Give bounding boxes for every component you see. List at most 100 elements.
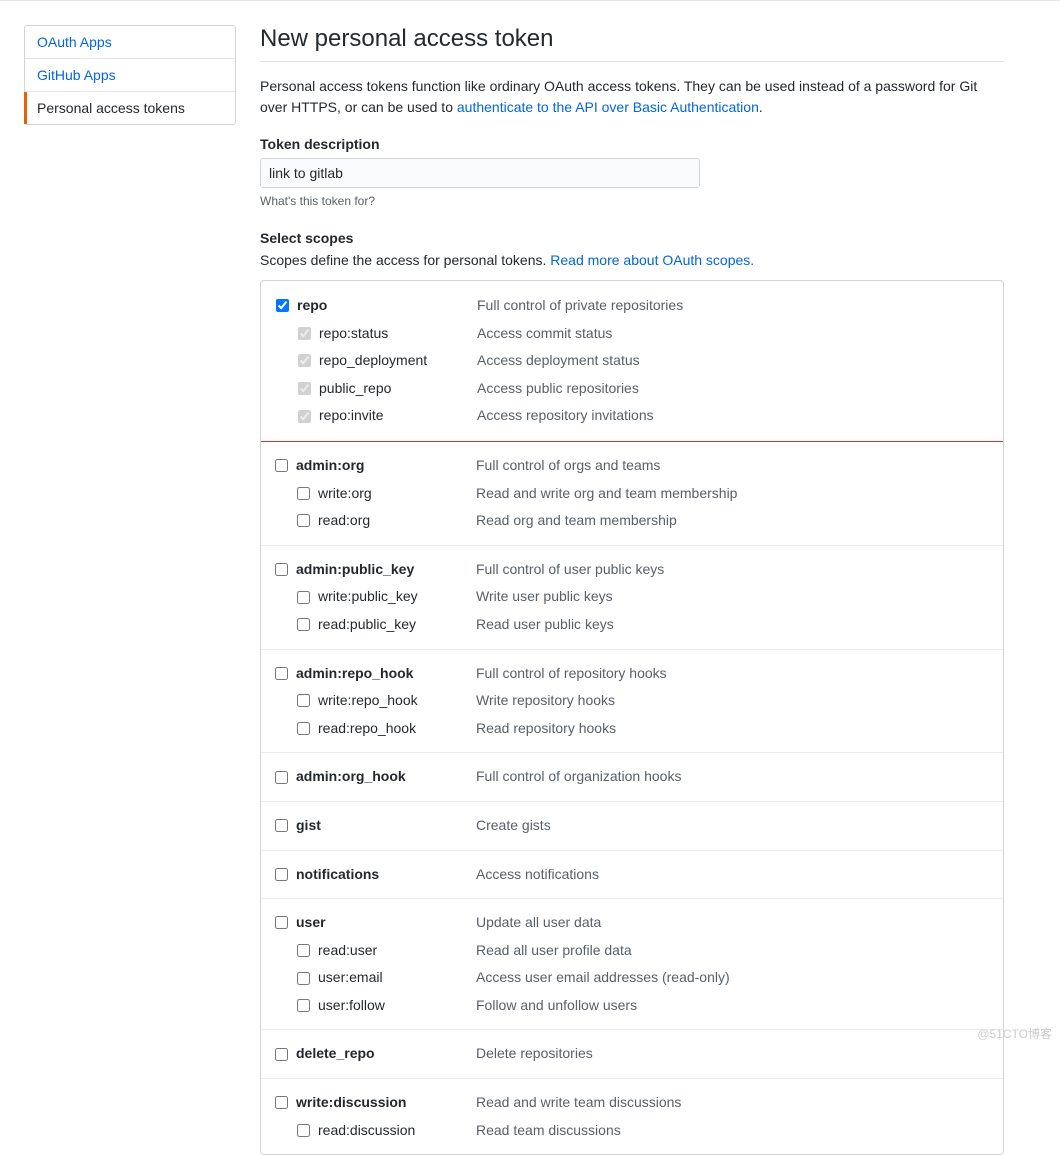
scope-desc: Access notifications bbox=[476, 865, 599, 885]
scope-name: write:org bbox=[318, 484, 476, 504]
sidebar-item-personal-access-tokens: Personal access tokens bbox=[25, 92, 235, 124]
scope-name: user:follow bbox=[318, 996, 476, 1016]
scope-name: admin:org_hook bbox=[296, 767, 476, 787]
scope-group-gist: gistCreate gists bbox=[261, 801, 1003, 850]
scope-checkbox-user[interactable] bbox=[275, 916, 288, 929]
scope-name: admin:repo_hook bbox=[296, 664, 476, 684]
scope-checkbox-read-discussion[interactable] bbox=[297, 1124, 310, 1137]
scope-name: repo:invite bbox=[319, 406, 477, 426]
scope-checkbox-read-org[interactable] bbox=[297, 514, 310, 527]
scope-checkbox-repo[interactable] bbox=[276, 299, 289, 312]
scope-row-admin-public-key: admin:public_keyFull control of user pub… bbox=[275, 556, 989, 584]
scope-name: write:repo_hook bbox=[318, 691, 476, 711]
scope-checkbox-delete-repo[interactable] bbox=[275, 1048, 288, 1061]
scope-group-admin-repo-hook: admin:repo_hookFull control of repositor… bbox=[261, 649, 1003, 753]
scope-row-user-follow: user:followFollow and unfollow users bbox=[275, 992, 989, 1020]
scope-name: notifications bbox=[296, 865, 476, 885]
auth-api-link[interactable]: authenticate to the API over Basic Authe… bbox=[457, 99, 759, 115]
scope-desc: Full control of private repositories bbox=[477, 296, 683, 316]
scope-row-admin-repo-hook: admin:repo_hookFull control of repositor… bbox=[275, 660, 989, 688]
scope-desc: Full control of repository hooks bbox=[476, 664, 667, 684]
scope-desc: Read and write team discussions bbox=[476, 1093, 681, 1113]
main-content: New personal access token Personal acces… bbox=[260, 25, 1044, 1155]
scope-name: read:user bbox=[318, 941, 476, 961]
scope-desc: Access repository invitations bbox=[477, 406, 654, 426]
sidebar-item-github-apps[interactable]: GitHub Apps bbox=[25, 59, 235, 92]
oauth-scopes-link[interactable]: Read more about OAuth scopes. bbox=[550, 252, 754, 268]
scope-row-repo-deployment: repo_deploymentAccess deployment status bbox=[276, 347, 988, 375]
select-scopes-label: Select scopes bbox=[260, 230, 1004, 246]
scope-checkbox-write-repo-hook[interactable] bbox=[297, 694, 310, 707]
scope-desc: Access user email addresses (read-only) bbox=[476, 968, 730, 988]
scope-checkbox-public-repo[interactable] bbox=[298, 382, 311, 395]
scope-desc: Delete repositories bbox=[476, 1044, 593, 1064]
scope-row-gist: gistCreate gists bbox=[275, 812, 989, 840]
scope-row-read-discussion: read:discussionRead team discussions bbox=[275, 1117, 989, 1145]
scope-desc: Read and write org and team membership bbox=[476, 484, 737, 504]
scope-desc: Access commit status bbox=[477, 324, 612, 344]
scope-checkbox-admin-org-hook[interactable] bbox=[275, 771, 288, 784]
scopes-table: repoFull control of private repositories… bbox=[260, 280, 1004, 1155]
intro-paragraph: Personal access tokens function like ord… bbox=[260, 76, 1004, 118]
scope-desc: Full control of orgs and teams bbox=[476, 456, 660, 476]
token-description-hint: What's this token for? bbox=[260, 194, 1004, 208]
scope-name: read:discussion bbox=[318, 1121, 476, 1141]
scope-row-admin-org-hook: admin:org_hookFull control of organizati… bbox=[275, 763, 989, 791]
scope-group-notifications: notificationsAccess notifications bbox=[261, 850, 1003, 899]
scopes-description: Scopes define the access for personal to… bbox=[260, 252, 1004, 268]
scope-name: repo:status bbox=[319, 324, 477, 344]
scope-checkbox-user-email[interactable] bbox=[297, 972, 310, 985]
scope-desc: Full control of organization hooks bbox=[476, 767, 681, 787]
scope-checkbox-repo-invite[interactable] bbox=[298, 410, 311, 423]
scope-desc: Access deployment status bbox=[477, 351, 640, 371]
scope-row-public-repo: public_repoAccess public repositories bbox=[276, 375, 988, 403]
scope-checkbox-admin-public-key[interactable] bbox=[275, 563, 288, 576]
scope-desc: Update all user data bbox=[476, 913, 601, 933]
scope-group-admin-org: admin:orgFull control of orgs and teamsw… bbox=[261, 441, 1003, 545]
scope-checkbox-admin-org[interactable] bbox=[275, 459, 288, 472]
scope-checkbox-read-repo-hook[interactable] bbox=[297, 722, 310, 735]
scope-desc: Read all user profile data bbox=[476, 941, 632, 961]
scope-group-repo: repoFull control of private repositories… bbox=[260, 280, 1004, 442]
scope-checkbox-user-follow[interactable] bbox=[297, 999, 310, 1012]
scope-row-user-email: user:emailAccess user email addresses (r… bbox=[275, 964, 989, 992]
scope-desc: Read team discussions bbox=[476, 1121, 621, 1141]
scope-checkbox-repo-deployment[interactable] bbox=[298, 354, 311, 367]
scope-desc: Read repository hooks bbox=[476, 719, 616, 739]
sidebar-item-oauth-apps[interactable]: OAuth Apps bbox=[25, 26, 235, 59]
scope-desc: Write user public keys bbox=[476, 587, 613, 607]
scope-desc: Read user public keys bbox=[476, 615, 614, 635]
scope-name: admin:public_key bbox=[296, 560, 476, 580]
token-description-input[interactable] bbox=[260, 158, 700, 188]
scope-row-repo: repoFull control of private repositories bbox=[276, 292, 988, 320]
scope-row-read-org: read:orgRead org and team membership bbox=[275, 507, 989, 535]
page-title: New personal access token bbox=[260, 25, 1004, 62]
scope-checkbox-write-public-key[interactable] bbox=[297, 591, 310, 604]
scope-name: repo bbox=[297, 296, 477, 316]
scope-name: public_repo bbox=[319, 379, 477, 399]
scope-name: write:public_key bbox=[318, 587, 476, 607]
scope-group-admin-public-key: admin:public_keyFull control of user pub… bbox=[261, 545, 1003, 649]
scope-row-read-public-key: read:public_keyRead user public keys bbox=[275, 611, 989, 639]
scope-row-write-public-key: write:public_keyWrite user public keys bbox=[275, 583, 989, 611]
scope-group-user: userUpdate all user dataread:userRead al… bbox=[261, 898, 1003, 1029]
token-description-label: Token description bbox=[260, 136, 1004, 152]
scope-row-repo-status: repo:statusAccess commit status bbox=[276, 320, 988, 348]
intro-text-after: . bbox=[759, 99, 763, 115]
scope-checkbox-notifications[interactable] bbox=[275, 868, 288, 881]
scope-checkbox-read-user[interactable] bbox=[297, 944, 310, 957]
scope-name: user bbox=[296, 913, 476, 933]
scope-checkbox-admin-repo-hook[interactable] bbox=[275, 667, 288, 680]
scope-checkbox-write-org[interactable] bbox=[297, 487, 310, 500]
scope-checkbox-repo-status[interactable] bbox=[298, 327, 311, 340]
scope-group-admin-org-hook: admin:org_hookFull control of organizati… bbox=[261, 752, 1003, 801]
scope-name: read:org bbox=[318, 511, 476, 531]
scope-checkbox-gist[interactable] bbox=[275, 819, 288, 832]
scope-name: gist bbox=[296, 816, 476, 836]
scope-desc: Access public repositories bbox=[477, 379, 639, 399]
scope-row-write-repo-hook: write:repo_hookWrite repository hooks bbox=[275, 687, 989, 715]
scope-checkbox-read-public-key[interactable] bbox=[297, 618, 310, 631]
scope-checkbox-write-discussion[interactable] bbox=[275, 1096, 288, 1109]
scope-row-write-org: write:orgRead and write org and team mem… bbox=[275, 480, 989, 508]
scope-row-notifications: notificationsAccess notifications bbox=[275, 861, 989, 889]
